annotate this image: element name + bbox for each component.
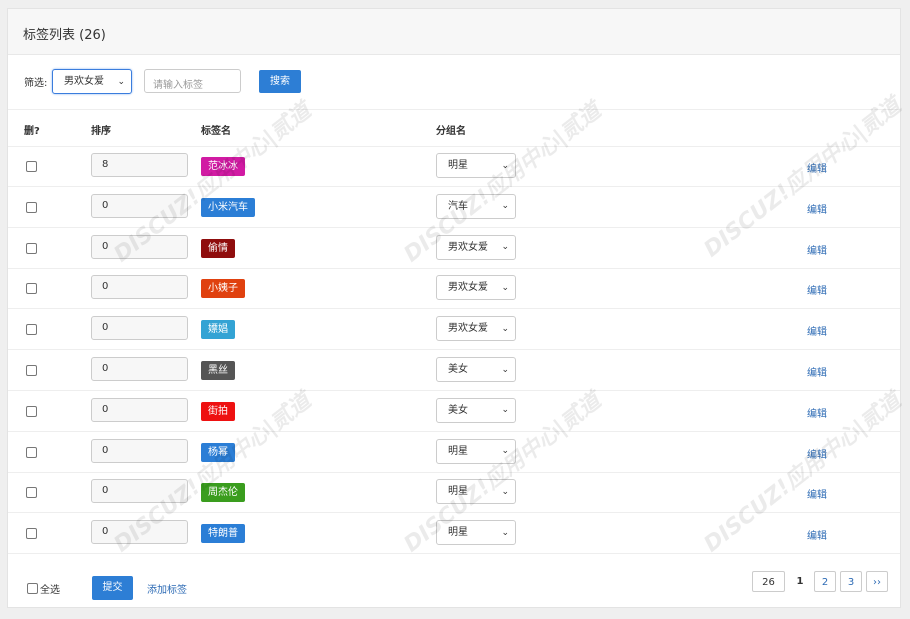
edit-link[interactable]: 编辑 [807,405,827,420]
group-select-value: 男欢女爱 [448,323,488,335]
filter-bar: 筛选: 男欢女爱 ⌄ 请输入标签 搜索 [8,55,900,110]
order-value: 0 [102,485,109,497]
tag-badge: 偷情 [201,238,235,258]
edit-link[interactable]: 编辑 [807,201,827,216]
table-row: 0 小姨子 男欢女爱 ⌄ 编辑 [8,268,900,310]
row-delete-checkbox[interactable] [26,405,37,417]
group-select-value: 男欢女爱 [448,282,488,294]
group-select[interactable]: 美女 ⌄ [436,397,516,423]
tag-badge: 街拍 [201,401,235,421]
order-value: 0 [102,199,109,211]
order-input[interactable]: 8 [91,153,188,177]
order-input[interactable]: 0 [91,357,188,381]
edit-link[interactable]: 编辑 [807,242,827,257]
group-select-value: 美女 [448,404,468,416]
table-row: 0 街拍 美女 ⌄ 编辑 [8,391,900,432]
group-select-value: 明星 [448,160,468,171]
pagination-page-2[interactable]: 2 [814,571,836,592]
pagination-page-3[interactable]: 3 [840,571,862,592]
group-select-value: 美女 [448,364,468,375]
order-input[interactable]: 0 [91,438,188,463]
order-value: 8 [102,159,109,170]
row-delete-checkbox[interactable] [26,528,37,540]
table-row: 8 范冰冰 明星 ⌄ 编辑 [8,146,900,187]
column-order: 排序 [91,126,111,137]
row-delete-checkbox[interactable] [26,324,37,336]
pagination-total: 26 [752,571,785,592]
chevron-down-icon: ⌄ [501,527,509,538]
edit-link[interactable]: 编辑 [807,364,827,379]
select-all-label: 全选 [40,585,60,596]
panel-header: 标签列表 (26) [8,9,900,55]
group-filter-value: 男欢女爱 [64,76,104,87]
row-delete-checkbox[interactable] [26,161,37,172]
pagination-next-button[interactable]: ›› [866,571,888,592]
edit-link[interactable]: 编辑 [807,527,827,542]
table-footer: 全选 提交 添加标签 26 1 2 3 ›› [8,557,900,607]
tag-badge: 嫖娼 [201,320,235,340]
search-placeholder: 请输入标签 [153,80,203,91]
row-delete-checkbox[interactable] [26,242,37,254]
group-select-value: 男欢女爱 [448,241,488,253]
page-title: 标签列表 (26) [23,28,106,43]
order-input[interactable]: 0 [91,397,188,422]
chevron-down-icon: ⌄ [501,323,509,334]
order-value: 0 [102,363,109,374]
tag-badge: 特朗普 [201,524,245,544]
chevron-down-icon: ⌄ [501,405,509,416]
chevron-down-icon: ⌄ [501,282,509,293]
order-value: 0 [102,281,109,293]
column-group-name: 分组名 [436,126,466,137]
chevron-down-icon: ⌄ [501,242,509,253]
row-delete-checkbox[interactable] [26,365,37,376]
group-select[interactable]: 美女 ⌄ [436,357,516,382]
edit-link[interactable]: 编辑 [807,282,827,297]
chevron-down-icon: ⌄ [501,201,509,212]
order-input[interactable]: 0 [91,316,188,341]
row-delete-checkbox[interactable] [26,446,37,458]
table-row: 0 嫖娼 男欢女爱 ⌄ 编辑 [8,309,900,351]
tag-badge: 黑丝 [201,361,235,380]
edit-link[interactable]: 编辑 [807,323,827,338]
table-header: 删? 排序 标签名 分组名 [8,110,900,147]
row-delete-checkbox[interactable] [26,283,37,295]
add-tag-link[interactable]: 添加标签 [147,581,187,596]
tag-search-input[interactable]: 请输入标签 [144,69,241,93]
submit-button[interactable]: 提交 [92,576,133,600]
group-select[interactable]: 男欢女爱 ⌄ [436,275,516,301]
search-button[interactable]: 搜索 [259,70,301,93]
edit-link[interactable]: 编辑 [807,486,827,501]
filter-label: 筛选: [24,78,48,89]
group-select-value: 明星 [448,445,468,457]
table-row: 0 杨幂 明星 ⌄ 编辑 [8,432,900,473]
order-value: 0 [102,322,109,334]
order-value: 0 [102,403,109,415]
order-input[interactable]: 0 [91,275,188,300]
tag-badge: 小姨子 [201,279,245,299]
row-delete-checkbox[interactable] [26,201,37,213]
group-select[interactable]: 男欢女爱 ⌄ [436,316,516,342]
table-row: 0 黑丝 美女 ⌄ 编辑 [8,350,900,391]
chevron-down-icon: ⌄ [501,364,509,375]
pagination-current-page: 1 [796,576,804,587]
column-delete: 删? [24,126,40,137]
column-tag-name: 标签名 [201,126,231,137]
group-filter-select[interactable]: 男欢女爱 ⌄ [52,69,132,94]
order-value: 0 [102,444,109,456]
row-delete-checkbox[interactable] [26,487,37,499]
select-all-checkbox[interactable] [27,583,38,594]
chevron-down-icon: ⌄ [117,76,125,87]
